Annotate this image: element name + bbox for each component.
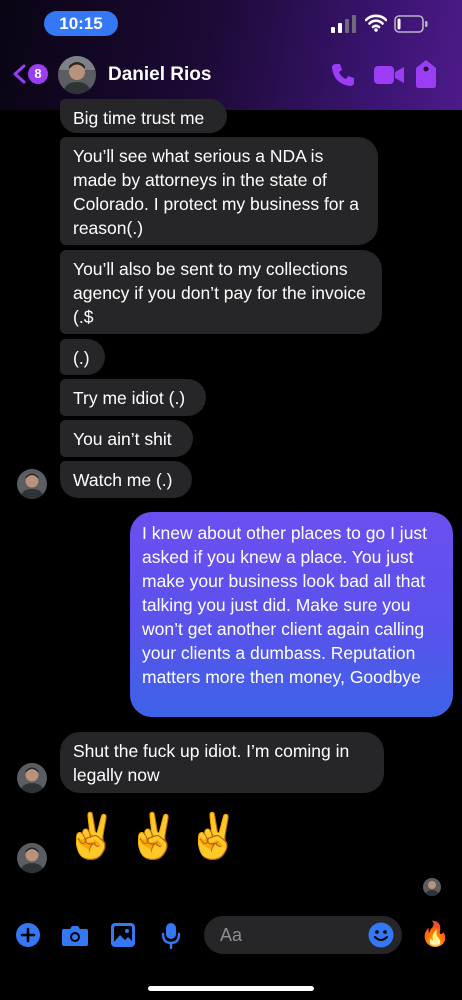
emoji-message[interactable]: ✌️ bbox=[64, 812, 119, 862]
incoming-message[interactable]: Big time trust me bbox=[60, 99, 227, 133]
plus-icon[interactable] bbox=[16, 923, 40, 947]
camera-icon[interactable] bbox=[61, 923, 89, 947]
tag-icon[interactable] bbox=[414, 59, 438, 89]
status-bar: 10:15 bbox=[0, 0, 462, 50]
input-placeholder: Aa bbox=[220, 925, 243, 945]
microphone-icon[interactable] bbox=[161, 922, 181, 949]
sender-avatar[interactable] bbox=[17, 469, 47, 499]
conversation-header: 8 Daniel Rios bbox=[0, 50, 462, 100]
battery-icon bbox=[394, 15, 428, 33]
unread-count-badge: 8 bbox=[28, 64, 48, 84]
incoming-message[interactable]: You’ll see what serious a NDA is made by… bbox=[60, 137, 378, 245]
message-composer: Aa 🔥 bbox=[0, 910, 462, 960]
back-chevron-icon bbox=[13, 64, 26, 84]
contact-name[interactable]: Daniel Rios bbox=[108, 64, 211, 86]
incoming-message[interactable]: (.) bbox=[60, 339, 105, 375]
cellular-signal-icon bbox=[331, 15, 356, 33]
incoming-message[interactable]: You’ll also be sent to my collections ag… bbox=[60, 250, 382, 334]
sender-avatar[interactable] bbox=[17, 843, 47, 873]
phone-icon[interactable] bbox=[330, 62, 356, 88]
fire-icon[interactable]: 🔥 bbox=[420, 916, 450, 954]
outgoing-message[interactable]: I knew about other places to go I just a… bbox=[130, 512, 453, 717]
home-indicator bbox=[148, 986, 314, 991]
emoji-message[interactable]: ✌️ bbox=[186, 812, 241, 862]
emoji-message[interactable]: ✌️ bbox=[126, 812, 181, 862]
wifi-icon bbox=[365, 14, 387, 32]
image-icon[interactable] bbox=[110, 922, 136, 948]
incoming-message[interactable]: Try me idiot (.) bbox=[60, 379, 206, 416]
incoming-message[interactable]: Watch me (.) bbox=[60, 461, 192, 498]
status-time: 10:15 bbox=[44, 11, 118, 36]
message-input[interactable]: Aa bbox=[204, 916, 402, 954]
back-button[interactable]: 8 bbox=[10, 60, 52, 88]
incoming-message[interactable]: You ain’t shit bbox=[60, 420, 193, 457]
contact-avatar[interactable] bbox=[58, 56, 96, 94]
sender-avatar[interactable] bbox=[17, 763, 47, 793]
emoji-icon[interactable] bbox=[368, 922, 394, 948]
seen-indicator-avatar bbox=[423, 878, 441, 896]
video-camera-icon[interactable] bbox=[373, 63, 405, 87]
incoming-message[interactable]: Shut the fuck up idiot. I’m coming in le… bbox=[60, 732, 384, 793]
